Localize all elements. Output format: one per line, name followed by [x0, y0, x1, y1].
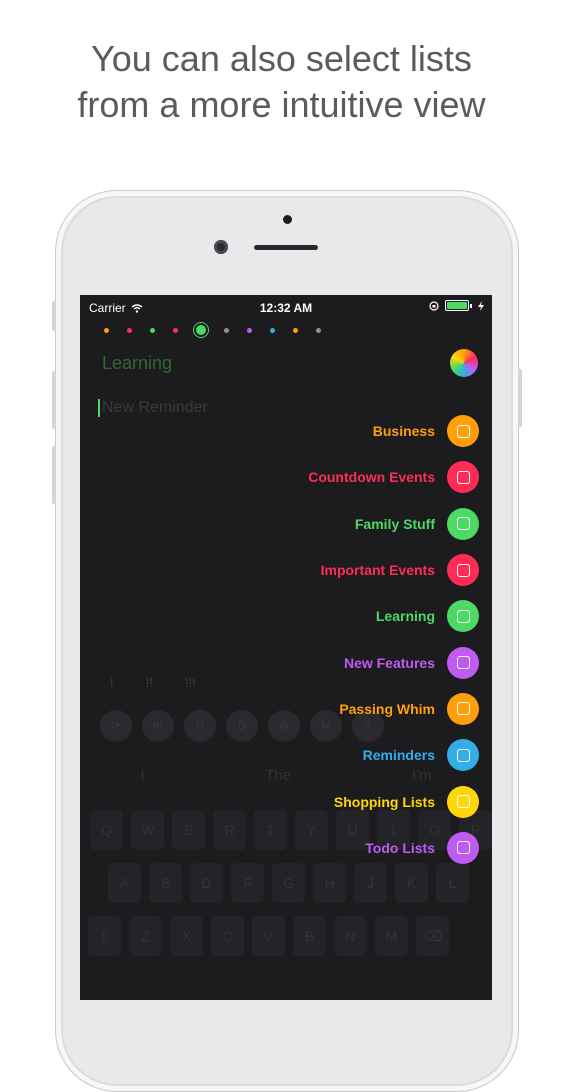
page-dot[interactable]	[150, 327, 155, 333]
mute-switch	[52, 301, 56, 331]
power-button	[518, 369, 522, 427]
list-menu-item[interactable]: Important Events	[139, 547, 479, 593]
app-screen: Carrier 12:32 AM Learning New Reminder !…	[80, 295, 492, 1000]
list-color-button[interactable]	[447, 415, 479, 448]
list-color-button[interactable]	[447, 600, 479, 633]
list-square-icon	[456, 609, 470, 623]
list-menu-label: New Features	[343, 654, 435, 671]
list-picker-icon[interactable]	[450, 349, 478, 377]
caption-line-2: from a more intuitive view	[77, 84, 486, 125]
list-menu-label: Passing Whim	[339, 700, 435, 717]
page-dot[interactable]	[173, 327, 178, 333]
list-menu-item[interactable]: Learning	[139, 593, 479, 639]
keyboard-row-3: ⇧ Z X C V B N M ⌫	[88, 916, 449, 956]
battery-tip	[470, 303, 472, 308]
keyboard-key: B	[293, 916, 326, 956]
list-menu-label: Business	[372, 423, 435, 440]
page-dot[interactable]	[247, 327, 252, 333]
list-square-icon	[456, 702, 470, 716]
current-list-title[interactable]: Learning	[102, 353, 172, 374]
list-square-icon	[456, 656, 470, 670]
keyboard-key: ⌫	[416, 916, 449, 956]
list-square-icon	[456, 470, 470, 484]
list-menu-label: Todo Lists	[365, 839, 435, 856]
status-bar: Carrier 12:32 AM	[80, 295, 492, 319]
list-menu-label: Learning	[375, 608, 435, 625]
page-dot[interactable]	[316, 327, 321, 333]
keyboard-key: M	[375, 916, 408, 956]
earpiece-speaker	[254, 245, 318, 250]
caption: You can also select lists from a more in…	[0, 36, 563, 128]
proximity-sensor	[283, 215, 292, 224]
list-menu-item[interactable]: Countdown Events	[139, 454, 479, 500]
list-color-button[interactable]	[447, 461, 479, 494]
battery-icon	[445, 300, 469, 311]
keyboard-key: N	[334, 916, 367, 956]
list-square-icon	[456, 517, 470, 531]
keyboard-key: C	[211, 916, 244, 956]
list-menu-item[interactable]: Shopping Lists	[139, 778, 479, 824]
list-menu-item[interactable]: Todo Lists	[139, 825, 479, 871]
status-right	[429, 300, 484, 311]
list-square-icon	[456, 424, 470, 438]
priority-option: !	[110, 675, 114, 690]
list-square-icon	[456, 563, 470, 577]
front-camera	[214, 240, 228, 254]
list-page-indicator[interactable]	[104, 325, 339, 335]
keyboard-key: Z	[129, 916, 162, 956]
list-menu-item[interactable]: Reminders	[139, 732, 479, 778]
list-menu-label: Countdown Events	[308, 469, 435, 486]
rotation-lock-icon	[429, 300, 439, 311]
list-square-icon	[456, 795, 470, 809]
page-dot[interactable]	[196, 325, 206, 335]
list-color-button[interactable]	[447, 739, 479, 772]
list-menu-item[interactable]: Business	[139, 408, 479, 454]
keyboard-key: A	[108, 863, 141, 903]
volume-up-button	[52, 371, 56, 429]
list-color-button[interactable]	[447, 692, 479, 725]
list-square-icon	[456, 841, 470, 855]
repeat-option: ⟳	[100, 710, 132, 742]
page-dot[interactable]	[224, 327, 229, 333]
list-menu-item[interactable]: Family Stuff	[139, 501, 479, 547]
keyboard-key: X	[170, 916, 203, 956]
keyboard-key: Q	[90, 810, 123, 850]
caption-line-1: You can also select lists	[91, 38, 472, 79]
keyboard-key: ⇧	[88, 916, 121, 956]
list-selection-menu: Business Countdown Events Family Stuff Impo…	[139, 408, 479, 871]
list-menu-label: Family Stuff	[354, 515, 435, 532]
keyboard-key: V	[252, 916, 285, 956]
page-dot[interactable]	[127, 327, 132, 333]
list-menu-label: Reminders	[362, 747, 435, 764]
list-color-button[interactable]	[447, 831, 479, 864]
list-menu-label: Shopping Lists	[333, 793, 435, 810]
list-menu-label: Important Events	[320, 562, 435, 579]
charging-bolt-icon	[478, 300, 484, 311]
list-menu-item[interactable]: Passing Whim	[139, 686, 479, 732]
list-square-icon	[456, 748, 470, 762]
volume-down-button	[52, 446, 56, 504]
page-dot[interactable]	[104, 327, 109, 333]
list-color-button[interactable]	[447, 554, 479, 587]
list-color-button[interactable]	[447, 785, 479, 818]
list-color-button[interactable]	[447, 507, 479, 540]
page-dot[interactable]	[270, 327, 275, 333]
page-dot[interactable]	[293, 327, 298, 333]
list-menu-item[interactable]: New Features	[139, 639, 479, 685]
list-color-button[interactable]	[447, 646, 479, 679]
